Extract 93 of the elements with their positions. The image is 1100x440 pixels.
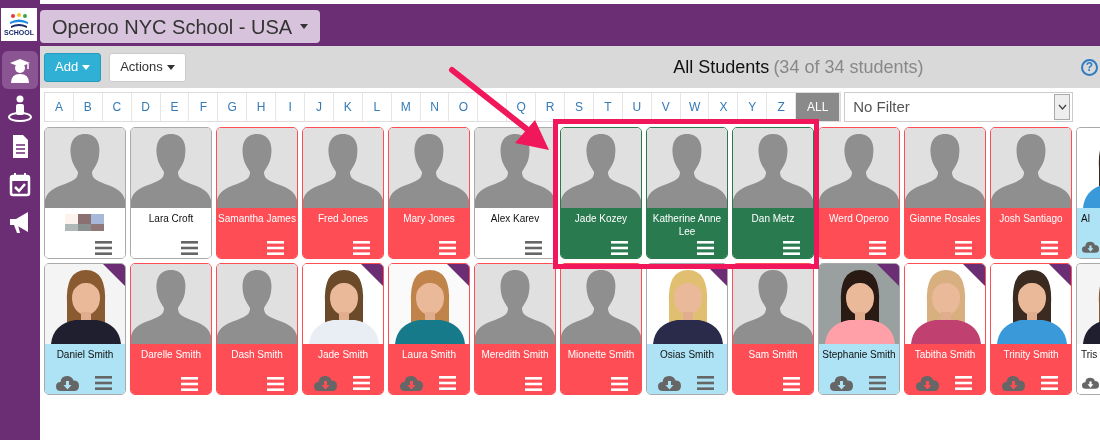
add-button[interactable]: Add [44,52,102,82]
menu-icon[interactable] [1041,241,1058,255]
student-name: Gianne Rosales [909,212,981,225]
menu-icon[interactable] [611,377,628,391]
student-name: Werd Operoo [829,212,889,225]
student-name: Alex Karev [490,212,540,225]
menu-icon[interactable] [869,375,886,390]
student-card[interactable]: Mary Jones [388,127,470,259]
student-name: Daniel Smith [56,348,114,361]
student-card[interactable]: Fred Jones [302,127,384,259]
student-name: Stephanie Smith [822,348,896,361]
menu-icon[interactable] [1041,375,1058,390]
student-card[interactable]: Laura Smith [388,263,470,395]
student-card[interactable]: Tris [1076,263,1100,395]
menu-icon[interactable] [267,377,284,391]
student-card[interactable]: Dash Smith [216,263,298,395]
student-name: Sam Smith [748,348,798,361]
letter-filter[interactable]: ALL [796,93,841,121]
menu-icon[interactable] [783,241,800,255]
student-name: Mionette Smith [567,348,635,361]
school-selector[interactable]: Operoo NYC School - USA [40,10,321,43]
student-name: Jade Kozey [574,212,628,225]
menu-icon[interactable] [353,375,370,390]
caret-icon [166,64,175,70]
menu-icon[interactable] [353,241,370,255]
student-card[interactable]: Daniel Smith [44,263,126,395]
student-name: Fred Jones [318,212,368,225]
student-card[interactable]: Meredith Smith [474,263,556,395]
menu-icon[interactable] [95,375,112,390]
person-icon [6,94,34,122]
caret-icon [300,24,309,29]
student-name: Tris [1080,348,1098,361]
student-name: Osias Smith [660,348,714,361]
menu-icon[interactable] [697,375,714,390]
student-name: Meredith Smith [481,348,549,361]
student-name: Dan Metz [751,212,795,225]
student-card[interactable]: Alex Karev [474,127,556,259]
student-name: Trinity Smith [1003,348,1059,361]
student-name: Samantha James [218,212,296,225]
cloud-download-icon[interactable] [56,374,79,391]
cloud-download-icon[interactable] [658,374,681,391]
logo-icon [8,13,30,29]
page-title: All Students [673,55,770,79]
student-card[interactable]: Osias Smith [646,263,728,395]
student-card[interactable]: Mionette Smith [560,263,642,395]
chevron-icon [1057,104,1067,110]
student-card[interactable]: Jade Kozey [560,127,642,259]
student-name: Mary Jones [403,212,455,225]
menu-icon[interactable] [525,241,542,255]
menu-icon[interactable] [95,241,112,255]
student-name: Katherine Anne Lee [651,212,723,238]
student-card[interactable]: Tabitha Smith [904,263,986,395]
student-name: Darelle Smith [141,348,201,361]
student-card[interactable]: Sam Smith [732,263,814,395]
student-card[interactable]: Josh Santiago [990,127,1072,259]
student-name: Lara Croft [148,212,194,225]
cloud-download-icon[interactable] [830,374,853,391]
menu-icon[interactable] [267,241,284,255]
menu-icon[interactable] [181,241,198,255]
student-card[interactable]: Dan Metz [732,127,814,259]
student-card[interactable]: Samantha James [216,127,298,259]
student-card[interactable]: Stephanie Smith [818,263,900,395]
actions-button[interactable]: Actions [109,52,186,82]
menu-icon[interactable] [525,377,542,391]
menu-icon[interactable] [439,241,456,255]
student-name: Laura Smith [402,348,456,361]
student-card[interactable]: Werd Operoo [818,127,900,259]
student-name: Dash Smith [231,348,283,361]
menu-icon[interactable] [611,241,628,255]
student-name: Jade Smith [318,348,368,361]
menu-icon[interactable] [783,377,800,391]
menu-icon[interactable] [869,241,886,255]
student-card[interactable]: Lara Croft [130,127,212,259]
student-card[interactable]: Jade Smith [302,263,384,395]
student-card[interactable] [44,127,126,259]
student-name: Al [1080,212,1090,225]
student-count: (34 of 34 students) [773,55,924,79]
student-card[interactable]: Al [1076,127,1100,259]
sidebar-item[interactable] [2,51,38,89]
student-name: Josh Santiago [999,212,1063,225]
student-name: Tabitha Smith [914,348,976,361]
student-card[interactable]: Katherine Anne Lee [646,127,728,259]
menu-icon[interactable] [955,241,972,255]
menu-icon[interactable] [181,377,198,391]
student-card[interactable]: Gianne Rosales [904,127,986,259]
help-button[interactable]: ? [1081,58,1098,76]
caret-icon [82,64,91,70]
menu-icon[interactable] [955,375,972,390]
filter-dropdown[interactable]: No Filter [844,92,1074,122]
student-card[interactable]: Darelle Smith [130,263,212,395]
student-card[interactable]: Trinity Smith [990,263,1072,395]
menu-icon[interactable] [439,375,456,390]
menu-icon[interactable] [697,241,714,255]
